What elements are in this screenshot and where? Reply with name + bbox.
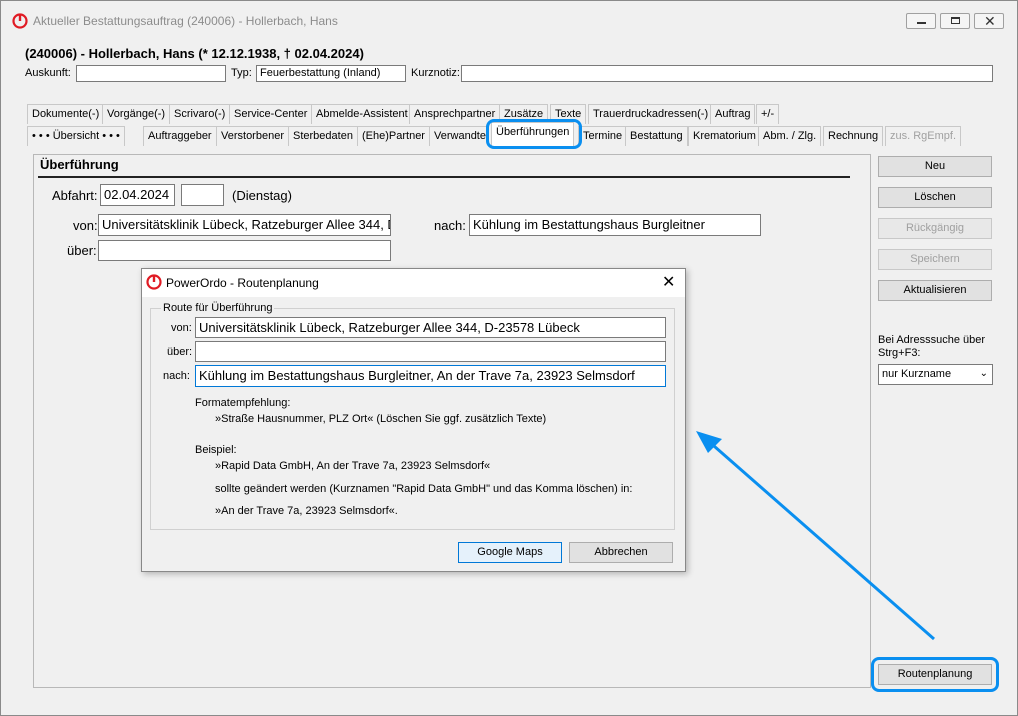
- app-logo-icon: [12, 13, 28, 29]
- dialog-nach-label: nach:: [163, 370, 190, 382]
- tab-plus-minus[interactable]: +/-: [756, 104, 780, 124]
- tab-dokumente[interactable]: Dokumente(-): [27, 104, 105, 124]
- tab-service-center[interactable]: Service-Center: [229, 104, 313, 124]
- tab-abmelde-assistent[interactable]: Abmelde-Assistent: [311, 104, 413, 124]
- google-maps-button[interactable]: Google Maps: [458, 542, 562, 563]
- route-group-label: Route für Überführung: [161, 302, 275, 314]
- kurznotiz-label: Kurznotiz:: [411, 67, 460, 79]
- window-title: Aktueller Bestattungsauftrag (240006) - …: [33, 14, 338, 28]
- beispiel-line-2: sollte geändert werden (Kurznamen "Rapid…: [215, 483, 633, 495]
- adresssuche-select[interactable]: nur Kurzname ⌄: [878, 364, 993, 385]
- auskunft-label: Auskunft:: [25, 67, 71, 79]
- tab-krematorium[interactable]: Krematorium: [688, 126, 761, 146]
- dialog-title: PowerOrdo - Routenplanung: [166, 276, 319, 290]
- tab-sterbedaten[interactable]: Sterbedaten: [288, 126, 358, 146]
- tab-termine[interactable]: Termine: [578, 126, 628, 146]
- tab-zus-rgempf[interactable]: zus. RgEmpf.: [885, 126, 962, 146]
- ueber-field[interactable]: [98, 240, 391, 261]
- tab-uebersicht[interactable]: • • • Übersicht • • •: [27, 126, 125, 146]
- nach-label: nach:: [434, 218, 466, 233]
- von-field[interactable]: Universitätsklinik Lübeck, Ratzeburger A…: [98, 214, 391, 236]
- routenplanung-dialog: PowerOrdo - Routenplanung ✕ Route für Üb…: [141, 268, 686, 572]
- adresssuche-select-value: nur Kurzname: [882, 368, 952, 380]
- tab-auftraggeber[interactable]: Auftraggeber: [143, 126, 217, 146]
- maximize-button[interactable]: [940, 13, 970, 29]
- routenplanung-highlight: [871, 657, 999, 692]
- dialog-ueber-field[interactable]: [195, 341, 666, 362]
- dialog-ueber-label: über:: [167, 346, 193, 358]
- nach-field[interactable]: Kühlung im Bestattungshaus Burgleitner: [469, 214, 761, 236]
- format-text: »Straße Hausnummer, PLZ Ort« (Löschen Si…: [215, 413, 547, 425]
- maximize-icon: [951, 17, 960, 24]
- tab-ansprechpartner[interactable]: Ansprechpartner: [409, 104, 501, 124]
- tab-verwandte[interactable]: Verwandte: [429, 126, 489, 146]
- close-icon: ✕: [984, 13, 996, 29]
- case-heading: (240006) - Hollerbach, Hans (* 12.12.193…: [25, 46, 364, 61]
- chevron-down-icon: ⌄: [979, 368, 988, 379]
- tab-ehepartner[interactable]: (Ehe)Partner: [357, 126, 430, 146]
- close-button[interactable]: ✕: [974, 13, 1004, 29]
- speichern-button[interactable]: Speichern: [878, 249, 992, 270]
- annotation-arrow-icon: [696, 431, 935, 641]
- panel-heading: Überführung: [40, 157, 119, 172]
- dialog-close-icon[interactable]: ✕: [662, 272, 675, 292]
- von-label: von:: [73, 218, 98, 233]
- abfahrt-date-field[interactable]: 02.04.2024: [100, 184, 175, 206]
- dialog-logo-icon: [146, 274, 162, 290]
- dialog-von-label: von:: [171, 322, 192, 334]
- auskunft-field[interactable]: [76, 65, 226, 82]
- tab-scrivaro[interactable]: Scrivaro(-): [169, 104, 231, 124]
- beispiel-heading: Beispiel:: [195, 444, 237, 456]
- dialog-nach-field[interactable]: Kühlung im Bestattungshaus Burgleitner, …: [195, 365, 666, 387]
- minimize-button[interactable]: [906, 13, 936, 29]
- weekday-text: (Dienstag): [232, 188, 292, 203]
- tab-vorgaenge[interactable]: Vorgänge(-): [102, 104, 171, 124]
- rueckgaengig-button[interactable]: Rückgängig: [878, 218, 992, 239]
- dialog-von-field[interactable]: Universitätsklinik Lübeck, Ratzeburger A…: [195, 317, 666, 338]
- typ-label: Typ:: [231, 67, 252, 79]
- tab-bestattung[interactable]: Bestattung: [625, 126, 688, 146]
- tab-trauerdruckadressen[interactable]: Trauerdruckadressen(-): [588, 104, 714, 124]
- heading-divider: [38, 176, 850, 178]
- abbrechen-button[interactable]: Abbrechen: [569, 542, 673, 563]
- aktualisieren-button[interactable]: Aktualisieren: [878, 280, 992, 301]
- minimize-icon: [917, 22, 926, 24]
- ueber-label: über:: [67, 243, 97, 258]
- tab-auftrag[interactable]: Auftrag: [710, 104, 756, 124]
- tab-abm-zlg[interactable]: Abm. / Zlg.: [758, 126, 822, 146]
- beispiel-line-1: »Rapid Data GmbH, An der Trave 7a, 23923…: [215, 460, 491, 472]
- tab-verstorbener[interactable]: Verstorbener: [216, 126, 289, 146]
- tab-rechnung[interactable]: Rechnung: [823, 126, 884, 146]
- adresssuche-hint: Bei Adresssuche über Strg+F3:: [878, 334, 986, 359]
- typ-field[interactable]: Feuerbestattung (Inland): [256, 65, 406, 82]
- format-heading: Formatempfehlung:: [195, 397, 291, 409]
- loeschen-button[interactable]: Löschen: [878, 187, 992, 208]
- abfahrt-time-field[interactable]: [181, 184, 224, 206]
- beispiel-line-3: »An der Trave 7a, 23923 Selmsdorf«.: [215, 505, 398, 517]
- kurznotiz-field[interactable]: [461, 65, 993, 82]
- tab-highlight: [486, 119, 582, 149]
- neu-button[interactable]: Neu: [878, 156, 992, 177]
- abfahrt-label: Abfahrt:: [52, 188, 98, 203]
